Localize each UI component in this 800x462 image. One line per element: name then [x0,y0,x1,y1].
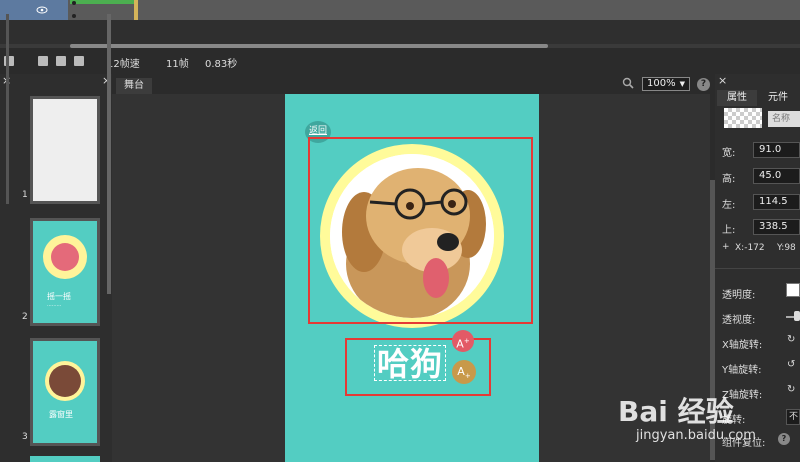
blank-keyframe-icon[interactable] [74,56,84,66]
divider [715,268,800,269]
page-thumb-2[interactable]: 摇一摇 ········· [30,218,100,326]
zoom-value: 100% [647,78,676,89]
width-input[interactable]: 91.0 [753,142,800,158]
name-field[interactable]: 名称 [768,111,800,127]
page-number: 2 [22,312,28,322]
page-thumb-1[interactable] [30,96,100,204]
search-icon[interactable] [622,77,634,89]
pages-scrollbar-right[interactable] [107,14,111,294]
eye-icon[interactable] [36,6,48,14]
duration-label: 0.83秒 [205,59,238,70]
y-rotation-label: Y轴旋转: [722,365,762,376]
thumb-subtitle: ········· [47,303,62,309]
page-number: 1 [22,190,28,200]
font-size-increase-button[interactable]: A+ [452,330,474,352]
timeline-empty-row [0,20,800,44]
y-rotate-icon[interactable]: ↺ [787,359,795,370]
editor-window: 12帧速 11帧 0.83秒 × × 1 摇一摇 ········· 2 露窗里… [0,0,800,462]
help-button[interactable]: ? [697,78,710,91]
timeline-frame-dot [72,14,76,18]
perspective-label: 透视度: [722,315,756,326]
keyframe-icon[interactable] [56,56,66,66]
color-swatch[interactable] [724,108,762,128]
page-thumb-3[interactable]: 露窗里 [30,338,100,446]
timeline-layer-row[interactable] [0,0,68,20]
timeline-scrollbar[interactable] [70,44,548,48]
opacity-swatch[interactable] [786,283,800,297]
top-label: 上: [722,225,736,236]
thumb-circle [43,235,87,279]
pages-scrollbar[interactable] [6,14,9,204]
thumb-title: 露窗里 [49,410,73,419]
avatar [49,365,81,397]
x-rotation-label: X轴旋转: [722,340,763,351]
timeline-keyframe[interactable] [134,0,138,20]
height-label: 高: [722,174,736,185]
timeline-toolbar: 12帧速 11帧 0.83秒 [0,50,800,74]
x-coordinate: X:-172 [735,243,765,253]
watermark-text: Bai 经验 [618,395,734,428]
timeline-track[interactable] [68,0,800,20]
watermark-url: jingyan.baidu.com [636,428,756,443]
x-rotate-icon[interactable]: ↻ [787,334,795,345]
page-thumb-4[interactable] [30,456,100,462]
top-input[interactable]: 338.5 [753,219,800,235]
help-icon[interactable]: ? [778,433,790,445]
tab-properties[interactable]: 属性 [717,90,757,106]
chevron-down-icon: ▼ [679,80,685,88]
timeline-tween-bar [70,0,136,4]
frame-count-label: 11帧 [166,59,189,70]
crosshair-icon: + [722,242,730,252]
thumb-circle [45,361,85,401]
left-input[interactable]: 114.5 [753,194,800,210]
frame-icon[interactable] [38,56,48,66]
tab-stage[interactable]: 舞台 [116,78,152,94]
rotation-input[interactable]: 不 [786,409,800,425]
font-size-decrease-button[interactable]: A+ [452,360,476,384]
opacity-label: 透明度: [722,290,756,301]
fps-label: 12帧速 [107,59,140,70]
height-input[interactable]: 45.0 [753,168,800,184]
thumb-title: 摇一摇 [47,292,71,301]
width-label: 宽: [722,148,736,159]
page-number: 3 [22,432,28,442]
tab-elements[interactable]: 元件 [758,90,798,106]
left-label: 左: [722,200,736,211]
zoom-select[interactable]: 100% ▼ [642,77,690,91]
y-coordinate: Y:98 [777,243,796,253]
close-icon[interactable]: × [718,74,727,87]
z-rotate-icon[interactable]: ↻ [787,384,795,395]
phone-shake-icon [51,243,79,271]
timeline-frame-dot [72,1,76,5]
highlight-box-image [308,137,533,324]
perspective-slider-handle[interactable] [794,311,800,321]
